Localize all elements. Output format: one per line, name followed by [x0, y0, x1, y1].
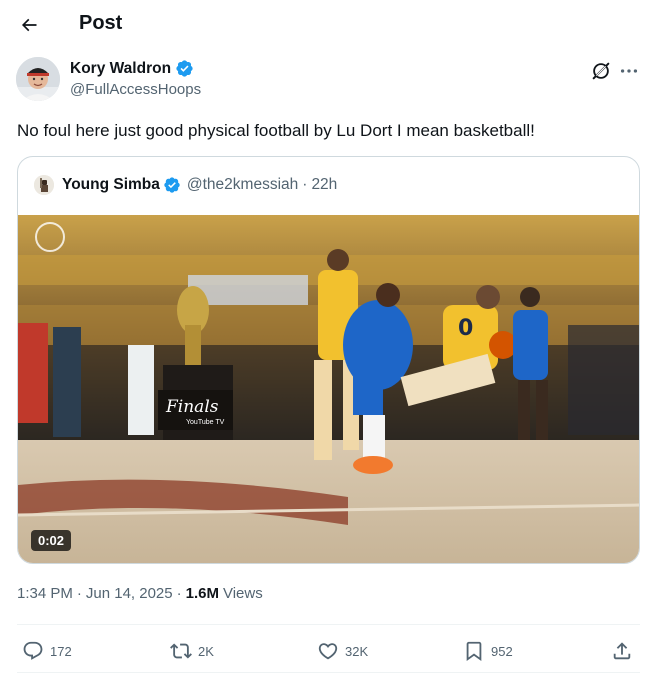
post-time[interactable]: 1:34 PM: [17, 585, 73, 602]
author-avatar[interactable]: [16, 57, 60, 101]
share-button[interactable]: [611, 638, 633, 664]
like-button[interactable]: 32K: [317, 638, 368, 664]
heart-icon: [318, 643, 338, 660]
divider: [17, 672, 640, 673]
grok-icon: [592, 62, 610, 80]
video-duration-badge: 0:02: [31, 530, 72, 551]
youtube-tv-watermark: YouTube TV: [186, 419, 224, 426]
reply-icon: [23, 641, 43, 660]
verified-badge-icon: [164, 177, 180, 193]
separator-dot: ·: [76, 585, 82, 602]
author-name-text[interactable]: Kory Waldron: [70, 60, 171, 78]
back-button[interactable]: [12, 8, 46, 42]
post-date[interactable]: Jun 14, 2025: [86, 585, 173, 602]
quoted-timestamp[interactable]: 22h: [311, 176, 337, 194]
views-label: Views: [222, 585, 263, 602]
svg-text:0: 0: [458, 316, 473, 341]
separator-dot: ·: [302, 176, 308, 193]
bookmark-icon: [466, 641, 482, 662]
author-handle[interactable]: @FullAccessHoops: [70, 81, 201, 98]
quoted-author-handle[interactable]: @the2kmessiah: [187, 176, 298, 194]
reply-button[interactable]: 172: [22, 638, 72, 664]
reply-count: 172: [50, 643, 72, 659]
views-count: 1.6M: [185, 585, 219, 602]
separator-dot: ·: [176, 585, 182, 602]
bookmark-button[interactable]: 952: [463, 638, 513, 664]
action-bar: 172 2K 32K 952: [0, 638, 655, 668]
video-player[interactable]: 0 Finals YouTube TV: [18, 215, 639, 563]
verified-badge-icon: [176, 60, 193, 77]
quoted-author-avatar[interactable]: [34, 175, 54, 195]
finals-text: Finals: [166, 397, 219, 417]
repost-icon: [170, 643, 192, 659]
quoted-author-name[interactable]: Young Simba: [62, 176, 160, 194]
more-options-button[interactable]: [618, 60, 640, 82]
youtube-tv-text: YouTube TV: [186, 419, 225, 426]
arrow-left-icon: [21, 18, 37, 32]
share-icon: [613, 642, 631, 660]
tweet-text: No foul here just good physical football…: [17, 121, 535, 140]
like-count: 32K: [345, 643, 369, 659]
quoted-tweet-card[interactable]: Young Simba @the2kmessiah · 22h 0 Finals…: [17, 156, 640, 564]
bookmark-count: 952: [491, 643, 513, 659]
divider: [17, 624, 640, 625]
author-name[interactable]: Kory Waldron: [70, 59, 194, 78]
grok-button[interactable]: [590, 60, 612, 82]
more-dots-icon: [620, 69, 638, 73]
finals-watermark: Finals: [166, 397, 218, 417]
top-bar: Post: [0, 0, 655, 52]
repost-count: 2K: [198, 643, 214, 659]
page-title: Post: [79, 12, 123, 34]
video-frame: 0: [18, 215, 639, 563]
repost-button[interactable]: 2K: [170, 638, 214, 664]
quoted-tweet-header: Young Simba @the2kmessiah · 22h: [34, 173, 337, 197]
post-meta: 1:34 PM · Jun 14, 2025 · 1.6M Views: [17, 585, 263, 602]
